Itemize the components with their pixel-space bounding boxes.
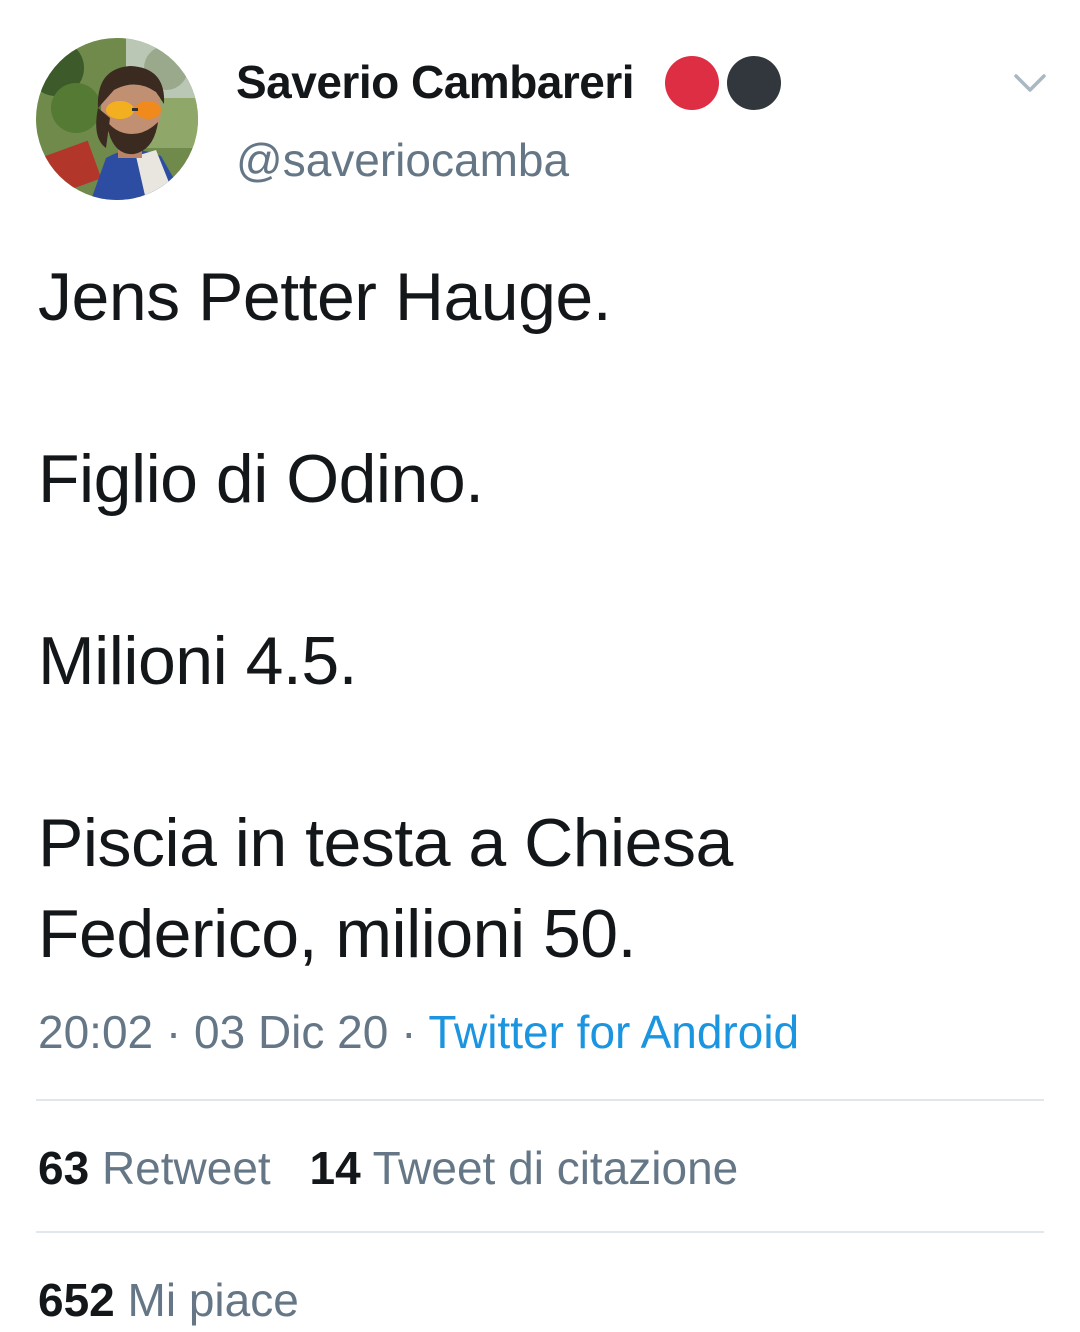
quotes-count: 14 — [309, 1142, 361, 1194]
tweet-line: Milioni 4.5. — [38, 623, 358, 699]
likes-count: 652 — [38, 1274, 115, 1326]
likes-label: Mi piace — [127, 1274, 299, 1326]
black-circle-icon — [727, 56, 781, 110]
likes-stat[interactable]: 652 Mi piace — [38, 1271, 299, 1329]
chevron-down-icon[interactable] — [1010, 68, 1050, 100]
avatar[interactable] — [36, 38, 198, 200]
retweets-label: Retweet — [101, 1142, 271, 1194]
red-circle-icon — [665, 56, 719, 110]
tweet-line: Jens Petter Hauge. — [38, 259, 612, 335]
meta-separator: · — [401, 1006, 417, 1058]
divider — [36, 1099, 1044, 1101]
quotes-stat[interactable]: 14 Tweet di citazione — [309, 1139, 738, 1197]
retweets-count: 63 — [38, 1142, 90, 1194]
user-handle[interactable]: @saveriocamba — [236, 132, 569, 188]
tweet-text: Jens Petter Hauge. Figlio di Odino. Mili… — [38, 252, 1038, 980]
tweet-line: Figlio di Odino. — [38, 441, 484, 517]
meta-separator: · — [165, 1006, 182, 1058]
retweets-stat[interactable]: 63 Retweet — [38, 1139, 271, 1197]
tweet-date[interactable]: 03 Dic 20 — [194, 1006, 388, 1058]
engagement-stats: 63 Retweet 14 Tweet di citazione — [38, 1139, 738, 1197]
tweet-meta: 20:02 · 03 Dic 20 · Twitter for Android — [38, 1003, 799, 1061]
name-emojis — [664, 55, 784, 111]
divider — [36, 1231, 1044, 1233]
tweet-line: Piscia in testa a Chiesa — [38, 805, 733, 881]
tweet-line: Federico, milioni 50. — [38, 896, 636, 972]
quotes-label: Tweet di citazione — [372, 1142, 739, 1194]
tweet-source-link[interactable]: Twitter for Android — [428, 1006, 799, 1058]
tweet-time[interactable]: 20:02 — [38, 1006, 153, 1058]
display-name[interactable]: Saverio Cambareri — [236, 54, 635, 110]
